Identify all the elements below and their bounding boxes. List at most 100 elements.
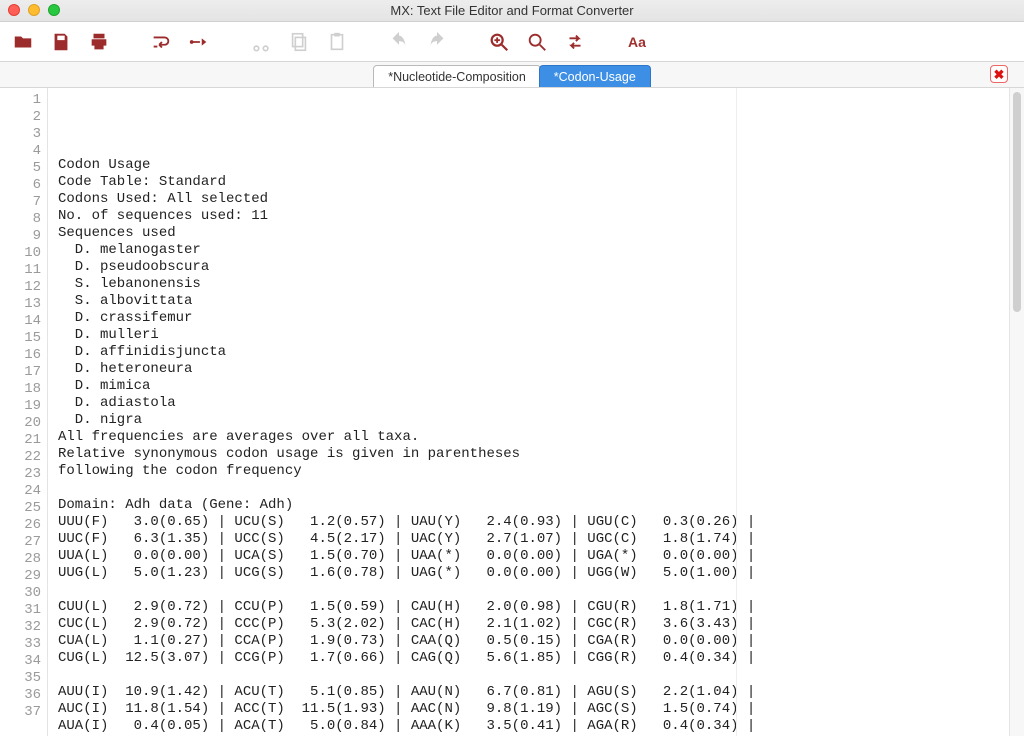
line-number: 3	[0, 126, 41, 143]
zoom-window-icon[interactable]	[48, 4, 60, 16]
line-number: 17	[0, 364, 41, 381]
line-number: 33	[0, 636, 41, 653]
paste-icon	[326, 31, 348, 53]
code-line: UUA(L) 0.0(0.00) | UCA(S) 1.5(0.70) | UA…	[58, 548, 999, 565]
convert-icon[interactable]	[564, 31, 586, 53]
line-number: 2	[0, 109, 41, 126]
code-line: Sequences used	[58, 225, 999, 242]
code-line: D. pseudoobscura	[58, 259, 999, 276]
line-gutter: 1234567891011121314151617181920212223242…	[0, 88, 48, 736]
window-title: MX: Text File Editor and Format Converte…	[390, 3, 633, 18]
font-icon[interactable]: Aa	[626, 31, 648, 53]
code-line	[58, 582, 999, 599]
line-number: 16	[0, 347, 41, 364]
line-number: 14	[0, 313, 41, 330]
vertical-scrollbar[interactable]	[1009, 88, 1024, 736]
handle-icon[interactable]	[188, 31, 210, 53]
window-controls	[8, 4, 60, 16]
line-number: 7	[0, 194, 41, 211]
code-line: UUC(F) 6.3(1.35) | UCC(S) 4.5(2.17) | UA…	[58, 531, 999, 548]
code-line: Codon Usage	[58, 157, 999, 174]
close-icon: ✖	[994, 68, 1005, 81]
line-number: 30	[0, 585, 41, 602]
line-number: 28	[0, 551, 41, 568]
wrap-icon[interactable]	[150, 31, 172, 53]
code-line: D. nigra	[58, 412, 999, 429]
toolbar: Aa	[0, 22, 1024, 62]
tab-nucleotide-composition[interactable]: *Nucleotide-Composition	[373, 65, 541, 87]
line-number: 6	[0, 177, 41, 194]
print-icon[interactable]	[88, 31, 110, 53]
code-line	[58, 667, 999, 684]
code-line: AUC(I) 11.8(1.54) | ACC(T) 11.5(1.93) | …	[58, 701, 999, 718]
line-number: 32	[0, 619, 41, 636]
tab-codon-usage[interactable]: *Codon-Usage	[539, 65, 651, 87]
code-line: No. of sequences used: 11	[58, 208, 999, 225]
code-line: Codons Used: All selected	[58, 191, 999, 208]
line-number: 35	[0, 670, 41, 687]
tab-label: *Codon-Usage	[554, 70, 636, 84]
undo-icon	[388, 31, 410, 53]
code-line: following the codon frequency	[58, 463, 999, 480]
code-line: Relative synonymous codon usage is given…	[58, 446, 999, 463]
line-number: 15	[0, 330, 41, 347]
line-number: 8	[0, 211, 41, 228]
editor: 1234567891011121314151617181920212223242…	[0, 88, 1024, 736]
line-number: 31	[0, 602, 41, 619]
line-number: 26	[0, 517, 41, 534]
save-icon[interactable]	[50, 31, 72, 53]
code-area[interactable]: Codon UsageCode Table: StandardCodons Us…	[48, 88, 1009, 736]
code-line: All frequencies are averages over all ta…	[58, 429, 999, 446]
tab-label: *Nucleotide-Composition	[388, 70, 526, 84]
code-line: D. mimica	[58, 378, 999, 395]
line-number: 24	[0, 483, 41, 500]
code-line: UUG(L) 5.0(1.23) | UCG(S) 1.6(0.78) | UA…	[58, 565, 999, 582]
line-number: 18	[0, 381, 41, 398]
zoom-out-icon[interactable]	[526, 31, 548, 53]
code-line: CUU(L) 2.9(0.72) | CCU(P) 1.5(0.59) | CA…	[58, 599, 999, 616]
font-label: Aa	[628, 34, 646, 50]
minimize-window-icon[interactable]	[28, 4, 40, 16]
code-line: AUU(I) 10.9(1.42) | ACU(T) 5.1(0.85) | A…	[58, 684, 999, 701]
titlebar: MX: Text File Editor and Format Converte…	[0, 0, 1024, 22]
code-line	[58, 140, 999, 157]
code-line: S. lebanonensis	[58, 276, 999, 293]
line-number: 27	[0, 534, 41, 551]
line-number: 34	[0, 653, 41, 670]
line-number: 4	[0, 143, 41, 160]
scrollbar-thumb[interactable]	[1013, 92, 1021, 312]
line-number: 19	[0, 398, 41, 415]
code-line: CUC(L) 2.9(0.72) | CCC(P) 5.3(2.02) | CA…	[58, 616, 999, 633]
redo-icon	[426, 31, 448, 53]
right-margin-guide	[736, 88, 737, 736]
line-number: 23	[0, 466, 41, 483]
code-line: D. melanogaster	[58, 242, 999, 259]
code-line: D. adiastola	[58, 395, 999, 412]
zoom-in-icon[interactable]	[488, 31, 510, 53]
line-number: 10	[0, 245, 41, 262]
line-number: 20	[0, 415, 41, 432]
code-line: D. heteroneura	[58, 361, 999, 378]
line-number: 12	[0, 279, 41, 296]
code-line: D. mulleri	[58, 327, 999, 344]
line-number: 29	[0, 568, 41, 585]
code-line: AUA(I) 0.4(0.05) | ACA(T) 5.0(0.84) | AA…	[58, 718, 999, 735]
open-icon[interactable]	[12, 31, 34, 53]
line-number: 13	[0, 296, 41, 313]
line-number: 25	[0, 500, 41, 517]
tabbar: *Nucleotide-Composition *Codon-Usage ✖	[0, 62, 1024, 88]
close-tab-button[interactable]: ✖	[990, 65, 1008, 83]
code-line: CUG(L) 12.5(3.07) | CCG(P) 1.7(0.66) | C…	[58, 650, 999, 667]
line-number: 1	[0, 92, 41, 109]
line-number: 37	[0, 704, 41, 721]
code-line: UUU(F) 3.0(0.65) | UCU(S) 1.2(0.57) | UA…	[58, 514, 999, 531]
code-line: Code Table: Standard	[58, 174, 999, 191]
line-number: 22	[0, 449, 41, 466]
code-line: D. affinidisjuncta	[58, 344, 999, 361]
line-number: 5	[0, 160, 41, 177]
line-number: 21	[0, 432, 41, 449]
close-window-icon[interactable]	[8, 4, 20, 16]
line-number: 11	[0, 262, 41, 279]
line-number: 36	[0, 687, 41, 704]
code-line: S. albovittata	[58, 293, 999, 310]
